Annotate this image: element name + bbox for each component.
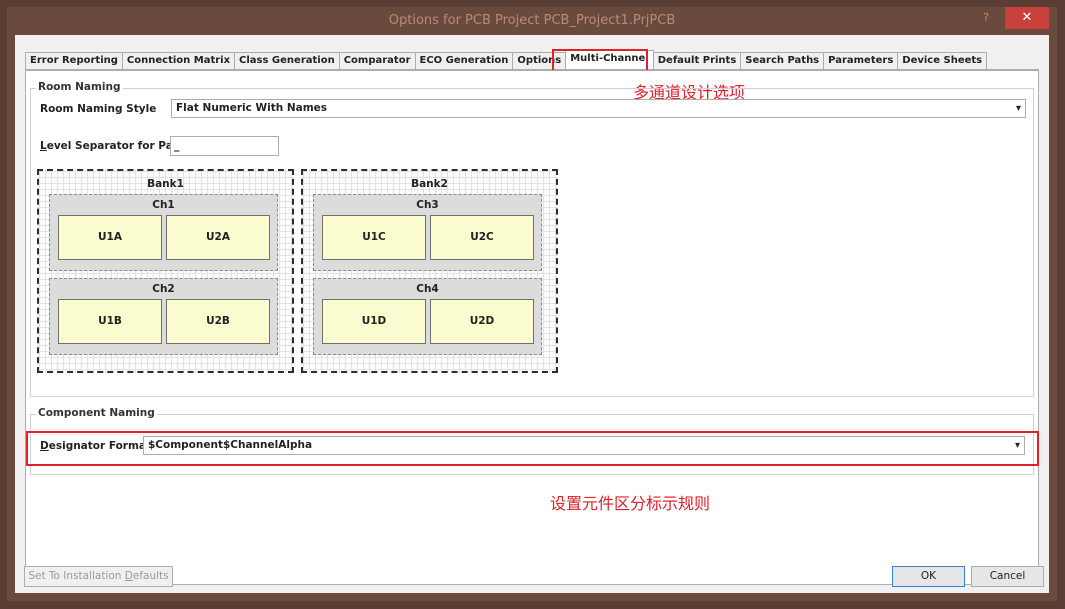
component-box: U2B: [166, 299, 270, 344]
channel-preview: Ch4 U1D U2D: [313, 278, 542, 355]
chevron-down-icon[interactable]: ▾: [1016, 100, 1021, 117]
bank-preview: Bank2 Ch3 U1C U2C Ch4 U1D U2D: [301, 169, 558, 373]
channel-title: Ch3: [416, 199, 439, 211]
tab-connection-matrix[interactable]: Connection Matrix: [121, 52, 236, 69]
set-installation-defaults-button[interactable]: Set To Installation Defaults: [24, 566, 173, 587]
designator-annotation: 设置元件区分标示规则: [550, 494, 711, 513]
component-box: U1D: [322, 299, 426, 344]
tab-comparator[interactable]: Comparator: [338, 52, 416, 69]
dialog-client-area: Error Reporting Connection Matrix Class …: [15, 35, 1049, 593]
defaults-label-part: Set To Installation: [28, 570, 125, 582]
room-naming-group: Room Naming Room Naming Style Flat Numer…: [30, 81, 1034, 397]
component-box: U1B: [58, 299, 162, 344]
channel-preview: Ch2 U1B U2B: [49, 278, 278, 355]
multi-channel-panel: 多通道设计选项 Room Naming Room Naming Style Fl…: [25, 70, 1039, 585]
level-separator-mnemonic: L: [40, 140, 47, 152]
designator-highlight-box: [26, 431, 1039, 466]
component-box: U1A: [58, 215, 162, 260]
ok-button[interactable]: OK: [892, 566, 965, 587]
room-naming-style-combo[interactable]: Flat Numeric With Names ▾: [171, 99, 1026, 118]
channel-title: Ch2: [152, 283, 175, 295]
tab-default-prints[interactable]: Default Prints: [652, 52, 742, 69]
tab-device-sheets[interactable]: Device Sheets: [897, 52, 988, 69]
options-dialog: Options for PCB Project PCB_Project1.Prj…: [7, 7, 1057, 601]
tab-search-paths[interactable]: Search Paths: [740, 52, 825, 69]
component-box: U1C: [322, 215, 426, 260]
help-icon[interactable]: ?: [983, 11, 989, 24]
tab-strip: Error Reporting Connection Matrix Class …: [25, 50, 1039, 70]
defaults-label-part: efaults: [132, 570, 169, 582]
window-title: Options for PCB Project PCB_Project1.Prj…: [388, 13, 676, 28]
room-naming-group-label: Room Naming: [36, 81, 123, 93]
defaults-label-mnemonic: D: [124, 570, 133, 582]
component-naming-group-label: Component Naming: [36, 407, 157, 419]
cancel-button[interactable]: Cancel: [971, 566, 1044, 587]
close-icon[interactable]: ✕: [1005, 7, 1049, 29]
level-separator-label: Level Separator for Paths: [40, 140, 192, 152]
component-box: U2C: [430, 215, 534, 260]
tab-error-reporting[interactable]: Error Reporting: [25, 52, 123, 69]
channel-preview: Ch1 U1A U2A: [49, 194, 278, 271]
channel-preview: Ch3 U1C U2C: [313, 194, 542, 271]
room-naming-style-value: Flat Numeric With Names: [176, 102, 328, 114]
level-separator-input[interactable]: _: [170, 136, 279, 156]
tab-eco-generation[interactable]: ECO Generation: [414, 52, 514, 69]
title-bar[interactable]: Options for PCB Project PCB_Project1.Prj…: [7, 7, 1057, 35]
bank-title: Bank1: [147, 178, 184, 190]
channel-title: Ch1: [152, 199, 175, 211]
component-box: U2A: [166, 215, 270, 260]
tab-parameters[interactable]: Parameters: [823, 52, 899, 69]
bank-title: Bank2: [411, 178, 448, 190]
channel-title: Ch4: [416, 283, 439, 295]
bank-preview: Bank1 Ch1 U1A U2A Ch2 U1B U2B: [37, 169, 294, 373]
component-box: U2D: [430, 299, 534, 344]
tab-class-generation[interactable]: Class Generation: [234, 52, 340, 69]
room-naming-style-label: Room Naming Style: [40, 103, 157, 115]
